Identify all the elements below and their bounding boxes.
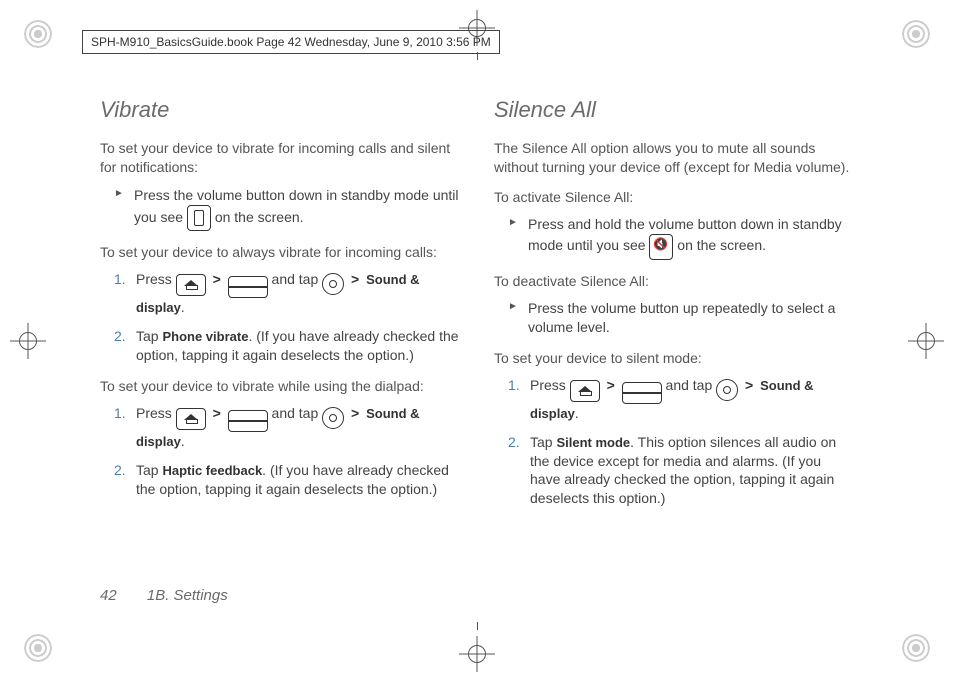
- option-haptic-feedback: Haptic feedback: [162, 463, 262, 478]
- settings-icon: [322, 273, 344, 295]
- list-item: Tap Phone vibrate. (If you have already …: [118, 327, 460, 365]
- column-left: Vibrate To set your device to vibrate fo…: [100, 95, 460, 612]
- list-item: Press and hold the volume button down in…: [512, 215, 854, 260]
- list-item: Press the volume button up repeatedly to…: [512, 299, 854, 337]
- phone-vibrate-icon: [187, 205, 211, 231]
- page-number: 42: [100, 587, 117, 604]
- gt-separator: >: [742, 377, 756, 393]
- text: Tap: [530, 434, 556, 450]
- text: and tap: [666, 377, 717, 393]
- vibrate-steps-2: Press > and tap > Sound & display. Tap H…: [100, 404, 460, 499]
- list-item: Press > and tap > Sound & display.: [512, 376, 854, 423]
- home-key-icon: [176, 274, 206, 296]
- footer-section: 1B. Settings: [147, 587, 228, 604]
- silence-intro: The Silence All option allows you to mut…: [494, 139, 854, 177]
- crop-mark-bottom-right: [902, 634, 930, 662]
- silent-icon: [649, 234, 673, 260]
- column-right: Silence All The Silence All option allow…: [494, 95, 854, 612]
- vibrate-steps-1: Press > and tap > Sound & display. Tap P…: [100, 270, 460, 365]
- silence-sub-3: To set your device to silent mode:: [494, 349, 854, 368]
- page-content: Vibrate To set your device to vibrate fo…: [100, 95, 854, 612]
- list-item: Tap Silent mode. This option silences al…: [512, 433, 854, 509]
- text: Tap: [136, 328, 162, 344]
- vibrate-intro: To set your device to vibrate for incomi…: [100, 139, 460, 177]
- gt-separator: >: [210, 271, 224, 287]
- center-guide-bottom: [477, 622, 478, 630]
- menu-key-icon: [228, 276, 268, 298]
- vibrate-sub-2: To set your device to vibrate while usin…: [100, 377, 460, 396]
- list-item: Press > and tap > Sound & display.: [118, 404, 460, 451]
- crop-mark-top-left: [24, 20, 52, 48]
- text: Press: [136, 271, 176, 287]
- vibrate-bullet-list-1: Press the volume button down in standby …: [100, 186, 460, 231]
- home-key-icon: [570, 380, 600, 402]
- silence-sub-2: To deactivate Silence All:: [494, 272, 854, 291]
- silence-bullet-2: Press the volume button up repeatedly to…: [494, 299, 854, 337]
- vibrate-sub-1: To set your device to always vibrate for…: [100, 243, 460, 262]
- gt-separator: >: [210, 405, 224, 421]
- heading-vibrate: Vibrate: [100, 95, 460, 125]
- text: .: [181, 299, 185, 315]
- text: Tap: [136, 462, 162, 478]
- registration-mark-left: [10, 323, 46, 359]
- gt-separator: >: [348, 405, 362, 421]
- text: .: [181, 433, 185, 449]
- list-item: Tap Haptic feedback. (If you have alread…: [118, 461, 460, 499]
- gt-separator: >: [348, 271, 362, 287]
- settings-icon: [322, 407, 344, 429]
- list-item: Press > and tap > Sound & display.: [118, 270, 460, 317]
- text: and tap: [272, 405, 323, 421]
- text: and tap: [272, 271, 323, 287]
- option-phone-vibrate: Phone vibrate: [162, 329, 248, 344]
- option-silent-mode: Silent mode: [556, 435, 630, 450]
- document-header: SPH-M910_BasicsGuide.book Page 42 Wednes…: [82, 30, 500, 54]
- silence-bullet-1: Press and hold the volume button down in…: [494, 215, 854, 260]
- text: .: [575, 405, 579, 421]
- silence-steps: Press > and tap > Sound & display. Tap S…: [494, 376, 854, 508]
- crop-mark-top-right: [902, 20, 930, 48]
- settings-icon: [716, 379, 738, 401]
- text: Press: [136, 405, 176, 421]
- registration-mark-right: [908, 323, 944, 359]
- page-footer: 42 1B. Settings: [100, 587, 228, 604]
- home-key-icon: [176, 408, 206, 430]
- heading-silence-all: Silence All: [494, 95, 854, 125]
- crop-mark-bottom-left: [24, 634, 52, 662]
- text: on the screen.: [677, 237, 766, 253]
- text: Press: [530, 377, 570, 393]
- silence-sub-1: To activate Silence All:: [494, 188, 854, 207]
- registration-mark-bottom: [459, 636, 495, 672]
- gt-separator: >: [604, 377, 618, 393]
- list-item: Press the volume button down in standby …: [118, 186, 460, 231]
- menu-key-icon: [228, 410, 268, 432]
- menu-key-icon: [622, 382, 662, 404]
- text: on the screen.: [215, 209, 304, 225]
